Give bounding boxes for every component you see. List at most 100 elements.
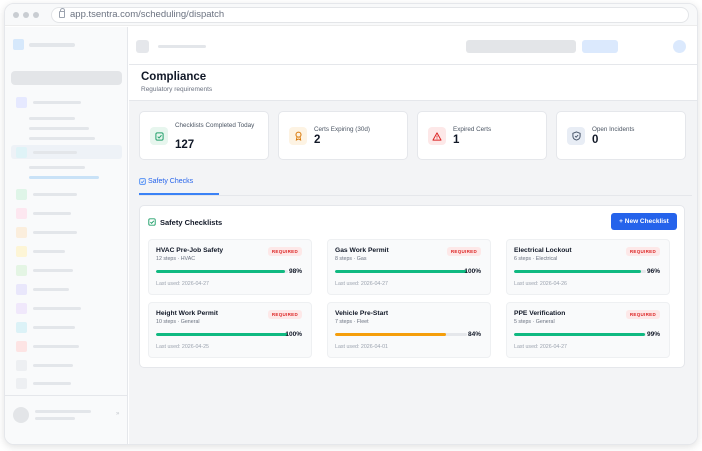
stat-value: 1: [453, 134, 460, 146]
checklist-card[interactable]: Gas Work Permit 8 steps · Gas REQUIRED 100%…: [327, 239, 491, 295]
checklist-card[interactable]: HVAC Pre-Job Safety 12 steps · HVAC REQUIR…: [148, 239, 312, 295]
sidebar-item[interactable]: [33, 288, 69, 291]
sidebar-item-icon: [16, 208, 27, 219]
app-shell: » Compliance Regulatory requirements Che…: [5, 27, 697, 444]
sidebar-item[interactable]: [33, 382, 71, 385]
stat-label: Open Incidents: [592, 126, 635, 133]
progress-fill: [514, 333, 645, 336]
checklist-name: Vehicle Pre-Start: [335, 310, 389, 317]
panel-title: Safety Checklists: [160, 218, 223, 227]
profile-avatar[interactable]: [673, 40, 686, 53]
checkbox-icon: [139, 178, 146, 185]
progress-fill: [335, 270, 467, 273]
tab-divider: [139, 195, 692, 196]
checklist-meta: 6 steps · Electrical: [514, 256, 558, 262]
sidebar-item[interactable]: [33, 345, 79, 348]
checklist-name: HVAC Pre-Job Safety: [156, 247, 224, 254]
shield-icon: [567, 127, 585, 145]
sidebar-item[interactable]: [33, 326, 75, 329]
sidebar-item-icon: [16, 246, 27, 257]
required-badge: REQUIRED: [267, 310, 302, 319]
sidebar-item[interactable]: [33, 212, 71, 215]
page-header: Compliance Regulatory requirements: [129, 65, 697, 101]
checklist-meta: 5 steps · General: [514, 319, 555, 325]
sidebar-item[interactable]: [33, 193, 77, 196]
sidebar-subitem[interactable]: [29, 137, 95, 140]
global-search-input[interactable]: [466, 40, 576, 53]
new-checklist-button[interactable]: + New Checklist: [611, 213, 677, 230]
progress-fill: [156, 333, 288, 336]
sidebar-item[interactable]: [33, 364, 73, 367]
sidebar-subitem[interactable]: [29, 127, 89, 130]
last-used: Last used: 2026-04-27: [514, 344, 568, 350]
address-bar[interactable]: app.tsentra.com/scheduling/dispatch: [51, 7, 689, 23]
progress-percent: 96%: [646, 268, 660, 275]
close-window-dot[interactable]: [13, 12, 19, 18]
maximize-window-dot[interactable]: [33, 12, 39, 18]
checklist-name: PPE Verification: [514, 310, 566, 317]
action-button[interactable]: [582, 40, 618, 53]
sidebar-subitem-active[interactable]: [29, 176, 99, 179]
page-title: Compliance: [141, 71, 207, 83]
checklist-meta: 12 steps · HVAC: [156, 256, 196, 262]
checklist-card[interactable]: Vehicle Pre-Start 7 steps · Fleet 84% Last …: [327, 302, 491, 358]
sidebar-item-icon: [16, 227, 27, 238]
sidebar-item[interactable]: [33, 151, 77, 154]
sidebar-item[interactable]: [33, 250, 65, 253]
user-name-placeholder: [35, 410, 91, 413]
progress-bar: [514, 333, 646, 336]
progress-percent: 98%: [288, 268, 302, 275]
sidebar-divider: [5, 395, 127, 396]
stat-label: Checklists Completed Today: [175, 122, 255, 129]
sidebar: »: [5, 27, 128, 444]
sidebar-item-icon: [16, 303, 27, 314]
checklist-meta: 10 steps · General: [156, 319, 200, 325]
tab-safety-checks[interactable]: Safety Checks: [139, 176, 219, 195]
progress-percent: 100%: [285, 331, 302, 338]
sidebar-item-icon: [16, 189, 27, 200]
browser-window: app.tsentra.com/scheduling/dispatch » Co…: [4, 3, 698, 445]
checklist-card[interactable]: Height Work Permit 10 steps · General REQU…: [148, 302, 312, 358]
sidebar-subitem[interactable]: [29, 117, 75, 120]
progress-percent: 84%: [467, 331, 481, 338]
sidebar-item[interactable]: [33, 269, 73, 272]
stat-value: 127: [175, 139, 195, 151]
menu-toggle-icon[interactable]: [136, 40, 149, 53]
sidebar-search-input[interactable]: [11, 71, 122, 85]
sidebar-item-icon: [16, 378, 27, 389]
breadcrumb: [158, 45, 206, 48]
sidebar-item-icon: [16, 265, 27, 276]
avatar[interactable]: [13, 407, 29, 423]
required-badge: REQUIRED: [625, 310, 660, 319]
required-badge: REQUIRED: [267, 247, 302, 256]
checklist-name: Gas Work Permit: [335, 247, 389, 254]
progress-percent: 100%: [464, 268, 481, 275]
user-role-placeholder: [35, 417, 75, 420]
progress-bar: [335, 333, 467, 336]
logo-icon: [13, 39, 24, 50]
checklist-meta: 7 steps · Fleet: [335, 319, 369, 325]
checklist-meta: 8 steps · Gas: [335, 256, 367, 262]
progress-fill: [514, 270, 641, 273]
warning-icon: [428, 127, 446, 145]
progress-bar: [156, 270, 288, 273]
award-icon: [289, 127, 307, 145]
stat-label: Certs Expiring (30d): [314, 126, 370, 133]
checklist-card[interactable]: Electrical Lockout 6 steps · Electrical RE…: [506, 239, 670, 295]
sidebar-item[interactable]: [33, 231, 77, 234]
sidebar-item[interactable]: [33, 101, 81, 104]
checklist-card[interactable]: PPE Verification 5 steps · General REQUIRE…: [506, 302, 670, 358]
safety-checklists-panel: Safety Checklists + New Checklist HVAC P…: [139, 205, 685, 368]
logo-placeholder: [29, 43, 75, 47]
sidebar-item-icon: [16, 341, 27, 352]
last-used: Last used: 2026-04-25: [156, 344, 210, 350]
sidebar-item[interactable]: [33, 307, 81, 310]
last-used: Last used: 2026-04-01: [335, 344, 389, 350]
progress-percent: 99%: [646, 331, 660, 338]
top-bar: [129, 27, 697, 65]
minimize-window-dot[interactable]: [23, 12, 29, 18]
sidebar-item-icon: [16, 360, 27, 371]
chevron-right-icon[interactable]: »: [116, 411, 119, 417]
sidebar-subitem[interactable]: [29, 166, 85, 169]
progress-fill: [335, 333, 446, 336]
